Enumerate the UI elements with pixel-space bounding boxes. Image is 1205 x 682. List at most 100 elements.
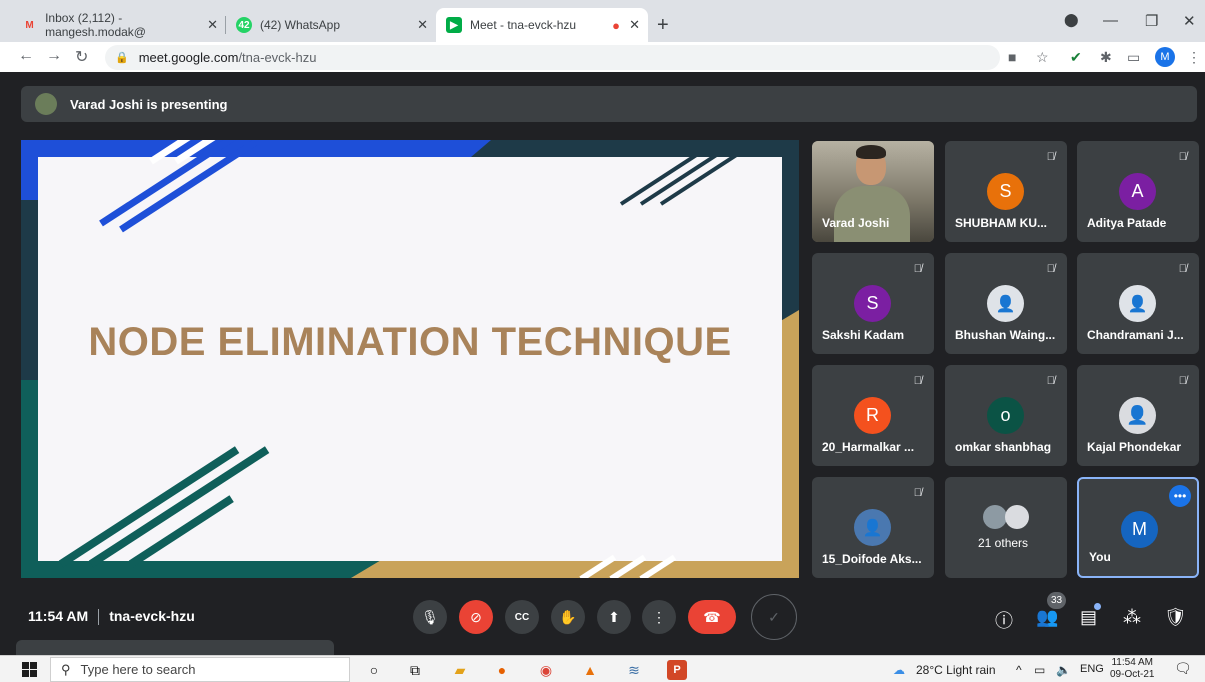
confirm-button[interactable]: ✓: [751, 594, 797, 640]
participant-tile[interactable]: 🎙̸ A Aditya Patade: [1077, 141, 1199, 242]
recording-icon: ●: [612, 17, 620, 33]
participant-tile[interactable]: 🎙̸ S SHUBHAM KU...: [945, 141, 1067, 242]
restore-button[interactable]: ❐: [1145, 12, 1158, 30]
chat-icon[interactable]: ▤: [1080, 607, 1097, 628]
participant-name: Varad Joshi: [822, 216, 890, 230]
address-bar[interactable]: 🔒 meet.google.com /tna-evck-hzu: [105, 45, 1000, 70]
raise-hand-button[interactable]: ✋: [551, 600, 585, 634]
bookmark-star-icon[interactable]: ☆: [1036, 49, 1049, 66]
weather-text[interactable]: 28°C Light rain: [916, 663, 996, 677]
leave-call-button[interactable]: ☎: [688, 600, 736, 634]
close-icon[interactable]: ✕: [417, 17, 428, 33]
people-icon[interactable]: 👥: [1036, 607, 1058, 628]
powerpoint-icon[interactable]: P: [667, 660, 687, 680]
notifications-icon[interactable]: 🗨: [1174, 660, 1192, 677]
back-icon[interactable]: ←: [18, 47, 34, 65]
participant-avatar: S: [854, 285, 891, 322]
participant-tile[interactable]: 🎙̸ 👤 15_Doifode Aks...: [812, 477, 934, 578]
presenting-banner: Varad Joshi is presenting: [21, 86, 1197, 122]
meeting-time: 11:54 AM: [28, 608, 89, 624]
captions-button[interactable]: CC: [505, 600, 539, 634]
chat-notification-dot: [1094, 603, 1101, 610]
battery-icon[interactable]: ▭: [1034, 663, 1045, 677]
others-count: 21 others: [978, 536, 1029, 550]
windows-taskbar: ⚲ Type here to search ○ ⧉ ▰ ● ◉ ▲ ≋ P ☁ …: [0, 655, 1205, 682]
present-icon: ⬆: [608, 608, 620, 625]
cortana-icon[interactable]: ○: [364, 660, 384, 680]
camera-off-icon: ⊘: [470, 608, 482, 625]
others-avatar: [1005, 505, 1029, 529]
participant-avatar: A: [1119, 173, 1156, 210]
host-controls-icon[interactable]: 🛡: [1164, 607, 1187, 628]
whatsapp-icon: 42: [236, 17, 252, 33]
participant-count-badge: 33: [1047, 592, 1066, 609]
presenting-text: Varad Joshi is presenting: [70, 96, 228, 112]
participant-photo-avatar: 👤: [987, 285, 1024, 322]
more-options-icon[interactable]: •••: [1169, 485, 1191, 507]
hangup-icon: ☎: [703, 608, 721, 625]
participant-tile[interactable]: 🎙̸ o omkar shanbhag: [945, 365, 1067, 466]
mic-button[interactable]: 🎙: [413, 600, 447, 634]
tab-gmail[interactable]: M Inbox (2,112) - mangesh.modak@ ✕: [12, 8, 226, 42]
participant-name: Bhushan Waing...: [955, 328, 1056, 342]
check-extension-icon[interactable]: ✔: [1070, 49, 1082, 66]
taskbar-search[interactable]: ⚲ Type here to search: [50, 657, 350, 682]
browser-tab-strip: M Inbox (2,112) - mangesh.modak@ ✕ 42 (4…: [0, 0, 1205, 46]
task-view-icon[interactable]: ⧉: [405, 660, 425, 680]
self-tile[interactable]: ••• M You: [1077, 477, 1199, 578]
camera-button[interactable]: ⊘: [459, 600, 493, 634]
others-tile[interactable]: 21 others: [945, 477, 1067, 578]
mic-off-icon: 🎙̸: [1046, 263, 1055, 275]
participant-name: You: [1089, 550, 1111, 564]
participant-avatar: S: [987, 173, 1024, 210]
mic-off-icon: 🎙̸: [1178, 263, 1187, 275]
activities-icon[interactable]: ⁂: [1123, 607, 1141, 628]
matlab-icon[interactable]: ▲: [580, 660, 600, 680]
participant-tile[interactable]: 🎙̸ 👤 Chandramani J...: [1077, 253, 1199, 354]
profile-avatar[interactable]: M: [1155, 47, 1175, 67]
file-explorer-icon[interactable]: ▰: [450, 660, 470, 680]
participant-tile[interactable]: 🎙̸ S Sakshi Kadam: [812, 253, 934, 354]
language-indicator[interactable]: ENG: [1080, 663, 1104, 675]
close-icon[interactable]: ✕: [629, 17, 640, 33]
participant-name: Aditya Patade: [1087, 216, 1167, 230]
captions-icon: CC: [514, 611, 530, 623]
tab-title: (42) WhatsApp: [260, 18, 341, 32]
participant-tile[interactable]: 🎙̸ 👤 Kajal Phondekar: [1077, 365, 1199, 466]
participant-tile[interactable]: Varad Joshi: [812, 141, 934, 242]
profile-menu-icon[interactable]: ⬤: [1064, 12, 1079, 28]
reload-icon[interactable]: ↻: [75, 47, 88, 67]
cast-icon[interactable]: ▭: [1127, 49, 1140, 66]
close-icon[interactable]: ✕: [207, 17, 218, 33]
clock-time: 11:54 AM: [1111, 657, 1153, 668]
present-button[interactable]: ⬆: [597, 600, 631, 634]
participant-tile[interactable]: 🎙̸ 👤 Bhushan Waing...: [945, 253, 1067, 354]
firefox-icon[interactable]: ●: [492, 660, 512, 680]
mic-off-icon: 🎙̸: [1046, 151, 1055, 163]
tab-whatsapp[interactable]: 42 (42) WhatsApp ✕: [226, 8, 436, 42]
participant-name: Kajal Phondekar: [1087, 440, 1182, 454]
camera-icon[interactable]: ■: [1008, 49, 1016, 65]
participant-name: Chandramani J...: [1087, 328, 1184, 342]
gmail-icon: M: [25, 19, 34, 31]
tab-meet[interactable]: ▶ Meet - tna-evck-hzu ● ✕: [436, 8, 648, 42]
taskbar-clock[interactable]: 11:54 AM 09-Oct-21: [1110, 657, 1154, 681]
app-icon[interactable]: ≋: [624, 660, 644, 680]
participant-name: SHUBHAM KU...: [955, 216, 1047, 230]
forward-icon[interactable]: →: [46, 47, 62, 65]
tray-expand-icon[interactable]: ^: [1016, 663, 1022, 677]
meeting-code: tna-evck-hzu: [109, 608, 195, 624]
url-host: meet.google.com: [138, 50, 239, 65]
more-options-button[interactable]: ⋮: [642, 600, 676, 634]
minimize-button[interactable]: —: [1103, 12, 1118, 29]
meeting-info: 11:54 AM tna-evck-hzu: [28, 608, 195, 626]
new-tab-button[interactable]: +: [657, 14, 669, 37]
volume-icon[interactable]: 🔈: [1056, 663, 1071, 677]
windows-start-icon[interactable]: [22, 662, 37, 677]
close-window-button[interactable]: ✕: [1183, 12, 1196, 30]
participant-tile[interactable]: 🎙̸ R 20_Harmalkar ...: [812, 365, 934, 466]
menu-icon[interactable]: ⋮: [1187, 49, 1201, 66]
info-icon[interactable]: ⓘ: [995, 607, 1013, 633]
chrome-icon[interactable]: ◉: [536, 660, 556, 680]
extensions-icon[interactable]: ✱: [1100, 49, 1112, 66]
